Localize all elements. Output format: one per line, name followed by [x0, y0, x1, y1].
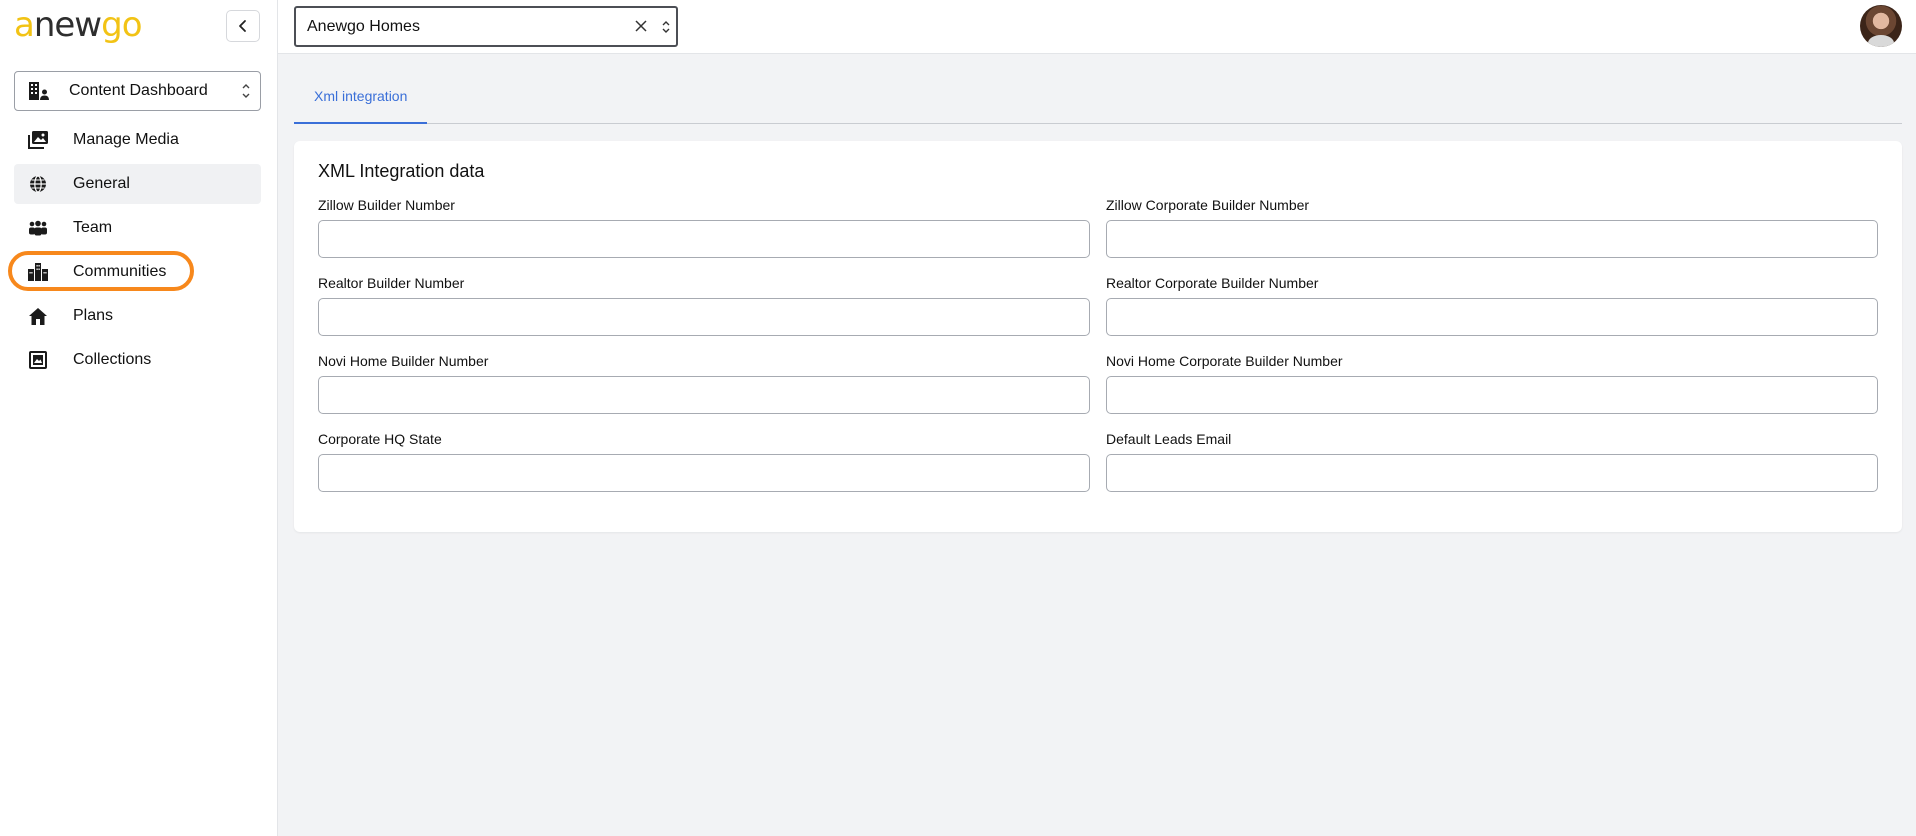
company-select-value: Anewgo Homes [307, 17, 420, 35]
globe-icon [28, 174, 48, 194]
realtor-corporate-builder-number-label: Realtor Corporate Builder Number [1106, 275, 1319, 291]
zillow-builder-number-input[interactable] [318, 220, 1090, 258]
chevron-left-icon [239, 20, 246, 32]
sidebar-item-manage-media[interactable]: Manage Media [14, 120, 261, 160]
default-leads-email-input[interactable] [1106, 454, 1878, 492]
logo-part-new: new [33, 5, 102, 45]
xml-integration-card: XML Integration data Zillow Builder Numb… [294, 141, 1902, 532]
sidebar-item-label: Team [73, 219, 113, 236]
dashboard-building-icon [29, 81, 49, 101]
default-leads-email-label: Default Leads Email [1106, 431, 1232, 447]
logo-part-a: a [14, 5, 35, 45]
user-avatar[interactable] [1860, 5, 1902, 47]
novi-home-corporate-builder-number-input[interactable] [1106, 376, 1878, 414]
communities-icon [28, 262, 48, 282]
novi-home-builder-number-label: Novi Home Builder Number [318, 353, 489, 369]
corporate-hq-state-label: Corporate HQ State [318, 431, 442, 447]
sidebar-item-label: Plans [73, 307, 114, 324]
tab-bar: Xml integration [294, 78, 1902, 124]
card-title: XML Integration data [318, 161, 485, 181]
media-icon [28, 130, 48, 150]
dashboard-select[interactable]: Content Dashboard [14, 71, 261, 111]
team-icon [28, 218, 48, 238]
sidebar-item-label: Communities [73, 263, 167, 280]
company-select[interactable]: Anewgo Homes [294, 6, 678, 47]
novi-home-builder-number-input[interactable] [318, 376, 1090, 414]
sidebar-item-communities[interactable]: Communities [14, 252, 261, 292]
collapse-sidebar-button[interactable] [226, 10, 260, 42]
sidebar-item-label: Manage Media [73, 131, 179, 148]
realtor-builder-number-label: Realtor Builder Number [318, 275, 465, 291]
corporate-hq-state-input[interactable] [318, 454, 1090, 492]
chevron-updown-icon [241, 81, 251, 106]
sidebar-item-collections[interactable]: Collections [14, 340, 261, 380]
home-icon [28, 306, 48, 326]
chevron-updown-icon[interactable] [661, 19, 671, 40]
sidebar-item-plans[interactable]: Plans [14, 296, 261, 336]
sidebar: anewgo Content Dashboard Manage Media Ge… [0, 0, 278, 836]
sidebar-item-general[interactable]: General [14, 164, 261, 204]
clear-icon[interactable] [634, 19, 648, 38]
sidebar-item-label: General [73, 175, 130, 192]
novi-home-corporate-builder-number-label: Novi Home Corporate Builder Number [1106, 353, 1343, 369]
realtor-corporate-builder-number-input[interactable] [1106, 298, 1878, 336]
zillow-builder-number-label: Zillow Builder Number [318, 197, 455, 213]
collections-icon [28, 350, 48, 370]
sidebar-item-team[interactable]: Team [14, 208, 261, 248]
tab-xml-integration[interactable]: Xml integration [294, 78, 428, 124]
sidebar-item-label: Collections [73, 351, 152, 368]
realtor-builder-number-input[interactable] [318, 298, 1090, 336]
dashboard-select-label: Content Dashboard [69, 82, 208, 99]
topbar: Anewgo Homes [278, 0, 1916, 54]
logo-part-go: go [101, 5, 142, 45]
zillow-corporate-builder-number-input[interactable] [1106, 220, 1878, 258]
zillow-corporate-builder-number-label: Zillow Corporate Builder Number [1106, 197, 1310, 213]
anewgo-logo[interactable]: anewgo [14, 8, 143, 42]
